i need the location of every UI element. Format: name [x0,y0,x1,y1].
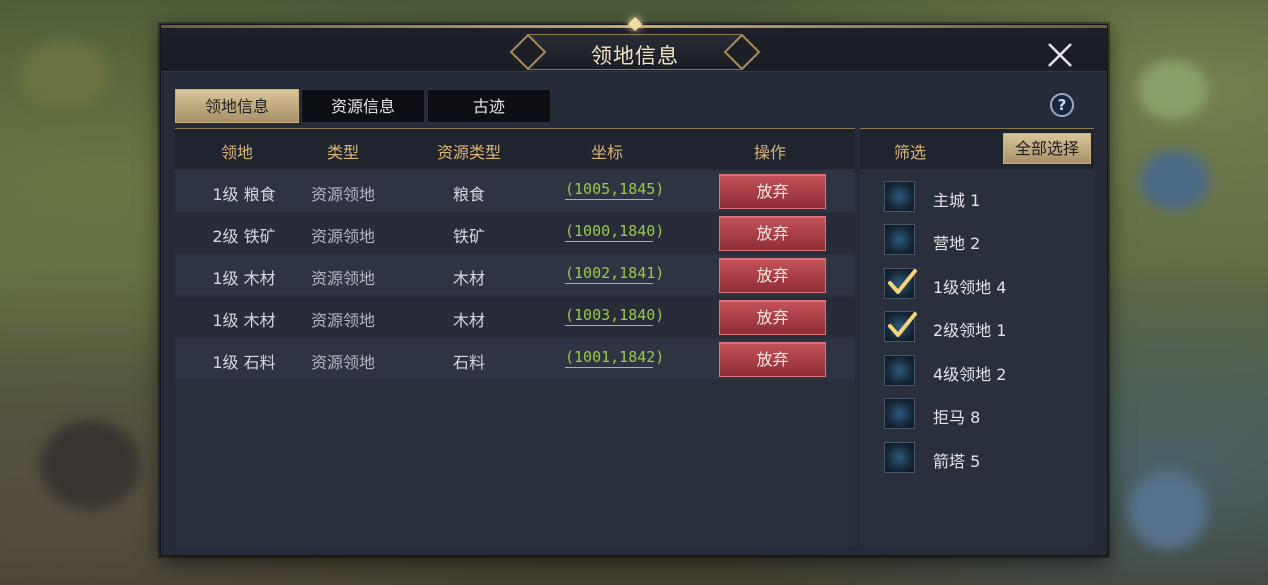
territory-type: 资源领地 [310,311,375,330]
coordinate-link[interactable]: (1002,1841) [565,264,664,284]
panel-title: 领地信息 [591,44,679,68]
help-button[interactable]: ? [1050,93,1074,117]
tab-ruins[interactable]: 古迹 [427,89,551,123]
filter-item-label: 箭塔 5 [933,452,981,471]
checkmark-icon [888,269,917,294]
filter-checkbox[interactable] [884,398,915,429]
table-header: 领地 类型 资源类型 坐标 操作 [175,129,855,169]
table-row: 1级 粮食 资源领地 粮食 (1005,1845) 放弃 [175,171,855,211]
abandon-button[interactable]: 放弃 [719,342,826,377]
filter-item-level2-territory[interactable]: 2级领地 1 [884,311,1084,343]
header-resource-type: 资源类型 [436,143,501,162]
panel-header: 领地信息 [161,16,1107,72]
filter-item-label: 4级领地 2 [933,365,1007,384]
select-all-button[interactable]: 全部选择 [1003,133,1091,164]
table-row: 2级 铁矿 资源领地 铁矿 (1000,1840) 放弃 [175,213,855,253]
territory-name: 1级 木材 [212,269,276,288]
tab-territory-info[interactable]: 领地信息 [175,89,299,123]
map-terrain [40,420,140,510]
territory-table: 领地 类型 资源类型 坐标 操作 1级 粮食 资源领地 粮食 (1005,184… [175,128,855,546]
map-terrain [1128,470,1208,550]
territory-type: 资源领地 [310,227,375,246]
filter-header: 筛选 全部选择 [860,129,1094,169]
close-icon [1048,43,1072,67]
resource-type: 木材 [452,311,485,330]
filter-panel: 筛选 全部选择 主城 1 营地 2 1级领地 4 2级领地 1 4级领地 2 拒… [860,128,1094,546]
checkmark-icon [888,312,917,337]
territory-name: 1级 木材 [212,311,276,330]
filter-item-arrow-tower[interactable]: 箭塔 5 [884,442,1084,474]
territory-type: 资源领地 [310,353,375,372]
territory-name: 1级 粮食 [212,185,276,204]
territory-name: 2级 铁矿 [212,227,276,246]
filter-checkbox[interactable] [884,224,915,255]
abandon-button[interactable]: 放弃 [719,174,826,209]
header-territory: 领地 [220,143,253,162]
abandon-button[interactable]: 放弃 [719,258,826,293]
table-row: 1级 木材 资源领地 木材 (1002,1841) 放弃 [175,255,855,295]
table-row: 1级 木材 资源领地 木材 (1003,1840) 放弃 [175,297,855,337]
filter-item-label: 拒马 8 [933,408,981,427]
filter-item-level1-territory[interactable]: 1级领地 4 [884,268,1084,300]
tab-bar: 领地信息 资源信息 古迹 [175,89,553,123]
territory-name: 1级 石料 [212,353,276,372]
filter-item-label: 主城 1 [933,191,981,210]
territory-type: 资源领地 [310,269,375,288]
header-coordinates: 坐标 [590,143,623,162]
territory-info-panel: 领地信息 领地信息 资源信息 古迹 ? 领地 类型 资源类型 坐标 操作 1级 … [160,16,1108,556]
abandon-button[interactable]: 放弃 [719,216,826,251]
map-terrain [20,40,110,110]
filter-item-barricade[interactable]: 拒马 8 [884,398,1084,430]
help-icon: ? [1057,96,1067,114]
filter-item-level4-territory[interactable]: 4级领地 2 [884,355,1084,387]
filter-item-camp[interactable]: 营地 2 [884,224,1084,256]
territory-type: 资源领地 [310,185,375,204]
resource-type: 石料 [452,353,485,372]
filter-checkbox[interactable] [884,355,915,386]
coordinate-link[interactable]: (1000,1840) [565,222,664,242]
title-gem-ornament [627,16,643,32]
table-row: 1级 石料 资源领地 石料 (1001,1842) 放弃 [175,339,855,379]
filter-title: 筛选 [894,143,927,162]
resource-type: 木材 [452,269,485,288]
filter-item-label: 营地 2 [933,234,981,253]
coordinate-link[interactable]: (1001,1842) [565,348,664,368]
header-type: 类型 [326,143,359,162]
coordinate-link[interactable]: (1005,1845) [565,180,664,200]
map-terrain [1140,150,1210,210]
close-button[interactable] [1045,40,1075,70]
filter-item-label: 1级领地 4 [933,278,1007,297]
filter-item-main-city[interactable]: 主城 1 [884,181,1084,213]
filter-item-label: 2级领地 1 [933,321,1007,340]
resource-type: 粮食 [452,185,485,204]
filter-checkbox[interactable] [884,181,915,212]
filter-checkbox[interactable] [884,442,915,473]
title-plate: 领地信息 [509,33,761,71]
tab-resource-info[interactable]: 资源信息 [301,89,425,123]
coordinate-link[interactable]: (1003,1840) [565,306,664,326]
map-terrain [1138,60,1208,120]
header-action: 操作 [753,143,786,162]
resource-type: 铁矿 [452,227,485,246]
abandon-button[interactable]: 放弃 [719,300,826,335]
